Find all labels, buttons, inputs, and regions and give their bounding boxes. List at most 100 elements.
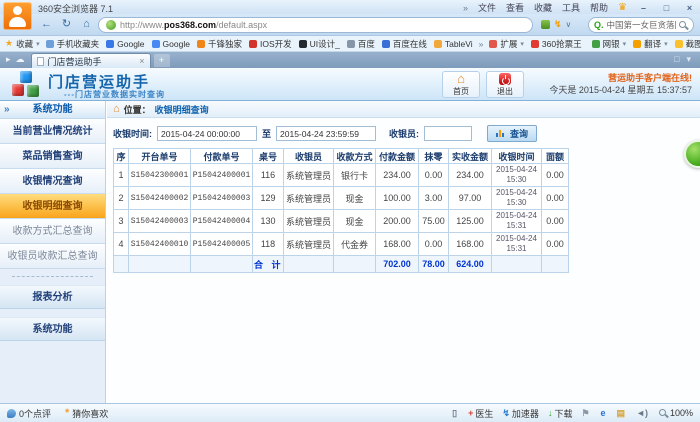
menu-item[interactable]: 收藏	[534, 1, 552, 14]
status-tool-item[interactable]: + 医生	[468, 407, 493, 420]
collapse-icon[interactable]: »	[4, 101, 10, 119]
cell-table-no: 129	[253, 187, 284, 210]
bookmark-item[interactable]: 手机收藏夹	[46, 38, 100, 50]
overflow-chevron-icon[interactable]: »	[463, 3, 468, 13]
query-button[interactable]: 查询	[487, 125, 537, 142]
sidebar-item[interactable]: 收银情况查询	[0, 169, 105, 194]
toolbar-item-label: 翻译	[644, 38, 661, 50]
breadcrumb-page: 收银明细查询	[155, 103, 209, 116]
reviews-button[interactable]: 0个点评	[7, 407, 51, 420]
bookmark-item[interactable]: Google	[152, 38, 190, 50]
bookmarks-more-icon[interactable]: »	[479, 39, 484, 49]
search-input[interactable]	[607, 20, 676, 30]
column-header[interactable]: 抹零	[419, 149, 449, 164]
column-header[interactable]: 收款方式	[334, 149, 376, 164]
bookmark-item[interactable]: 百度在线	[382, 38, 427, 50]
app-home-button[interactable]: ⌂ 首页	[442, 71, 480, 98]
search-box[interactable]: Q.	[588, 17, 694, 33]
column-header[interactable]: 面额	[542, 149, 569, 164]
table-row[interactable]: 1 S15042300001 P15042400001 116 系统管理员 银行…	[114, 164, 569, 187]
menu-item[interactable]: 查看	[506, 1, 524, 14]
status-tool-item[interactable]: ▤	[617, 408, 628, 419]
cell-actual-amount: 97.00	[449, 187, 492, 210]
column-header[interactable]: 收银员	[284, 149, 334, 164]
user-avatar[interactable]	[3, 2, 32, 30]
toolbar-item[interactable]: 360抢票王	[531, 38, 585, 50]
bookmark-item[interactable]: UI设计_	[299, 38, 340, 50]
sidebar-item[interactable]: 菜品销售查询	[0, 144, 105, 169]
menu-item[interactable]: 帮助	[590, 1, 608, 14]
toolbar-item-icon	[531, 40, 539, 48]
toolbar-item[interactable]: 截图 ▾	[675, 38, 700, 50]
table-row[interactable]: 4 S15042400010 P15042400005 118 系统管理员 代金…	[114, 233, 569, 256]
speed-mode-icon[interactable]	[541, 20, 550, 29]
sidebar-section[interactable]: 报表分析	[0, 285, 105, 309]
home-button[interactable]: ⌂	[78, 17, 95, 33]
status-tool-icon: ↯	[502, 408, 510, 419]
table-row[interactable]: 2 S15042400002 P15042400003 129 系统管理员 现金…	[114, 187, 569, 210]
sidebar-item[interactable]: 收款方式汇总查询	[0, 219, 105, 244]
sidebar-item[interactable]: 收银员收款汇总查询	[0, 244, 105, 269]
app-exit-button[interactable]: 退出	[486, 71, 524, 98]
status-tool-item[interactable]: ↯ 加速器	[502, 407, 539, 420]
reviews-label: 0个点评	[19, 407, 51, 420]
column-header[interactable]: 付款单号	[191, 149, 253, 164]
menu-item[interactable]: 工具	[562, 1, 580, 14]
cloud-sync-icon[interactable]: ☁	[16, 54, 25, 65]
bookmark-item[interactable]: 千锋独家	[197, 38, 242, 50]
new-tab-button[interactable]: +	[154, 54, 170, 67]
lightning-icon[interactable]: ↯	[554, 19, 562, 30]
bookmark-item[interactable]: 百度	[347, 38, 375, 50]
mode-caret-icon[interactable]: ∨	[566, 20, 572, 29]
cell-empty	[334, 256, 376, 273]
cashier-input[interactable]	[424, 126, 472, 141]
toolbar-item[interactable]: 扩展 ▾	[489, 38, 524, 50]
time-to-input[interactable]	[276, 126, 376, 141]
favorites-menu[interactable]: 收藏 ▾	[5, 38, 40, 50]
bookmark-item[interactable]: IOS开发	[249, 38, 292, 50]
status-tool-item[interactable]: ◄)	[636, 408, 650, 418]
zoom-control[interactable]: 100%	[659, 408, 693, 418]
tab-active[interactable]: 门店营运助手 ×	[31, 53, 151, 68]
toolbar-item-icon	[633, 40, 641, 48]
status-tool-item[interactable]: ▯	[452, 408, 459, 419]
sidebar-header[interactable]: » 系统功能	[0, 101, 105, 119]
status-tool-item[interactable]: ⚑	[581, 408, 591, 419]
close-button[interactable]: ×	[683, 3, 696, 13]
sidebar-item[interactable]: 收银明细查询	[0, 194, 105, 219]
tab-favicon	[37, 57, 44, 66]
status-tool-item[interactable]: ↓ 下载	[548, 407, 573, 420]
search-icon[interactable]	[679, 21, 688, 30]
recent-tabs-icon[interactable]: □	[674, 54, 679, 65]
minimize-button[interactable]: –	[637, 3, 650, 13]
tab-close-icon[interactable]: ×	[139, 56, 144, 66]
sidebar-item[interactable]: 当前营业情况统计	[0, 119, 105, 144]
menu-item[interactable]: 文件	[478, 1, 496, 14]
column-header[interactable]: 收银时间	[492, 149, 542, 164]
column-header[interactable]: 开台单号	[129, 149, 191, 164]
column-header[interactable]: 序	[114, 149, 129, 164]
time-from-input[interactable]	[157, 126, 257, 141]
column-header[interactable]: 付款金额	[376, 149, 419, 164]
bookmark-item[interactable]: TableVi	[434, 38, 473, 50]
table-row[interactable]: 3 S15042400003 P15042400004 130 系统管理员 现金…	[114, 210, 569, 233]
cell-time: 2015-04-24 15:30	[492, 164, 542, 187]
back-button[interactable]: ←	[38, 17, 55, 33]
column-header[interactable]: 实收金额	[449, 149, 492, 164]
cell-cashier: 系统管理员	[284, 164, 334, 187]
status-tool-item[interactable]: e	[601, 408, 608, 418]
toolbar-item-label: 360抢票王	[542, 38, 582, 50]
column-header[interactable]: 桌号	[253, 149, 284, 164]
guess-you-like-button[interactable]: 猜你喜欢	[65, 407, 108, 420]
tab-list-caret-icon[interactable]: ▾	[686, 54, 691, 65]
sidebar-section[interactable]: 系统功能	[0, 317, 105, 341]
refresh-button[interactable]: ↻	[58, 17, 75, 33]
restore-button[interactable]: □	[660, 3, 673, 13]
toolbar-item[interactable]: 网银 ▾	[592, 38, 627, 50]
main-area: ⌂ 位置： 收银明细查询 收银时间: 至 收银员: 查询	[107, 101, 700, 403]
toolbar-item[interactable]: 翻译 ▾	[633, 38, 668, 50]
bookmark-item[interactable]: Google	[106, 38, 144, 50]
address-bar[interactable]: http://www.pos368.com/default.aspx	[98, 17, 533, 33]
session-restore-icon[interactable]: ▸	[6, 54, 11, 65]
member-crown-icon[interactable]: ♛	[618, 2, 627, 13]
